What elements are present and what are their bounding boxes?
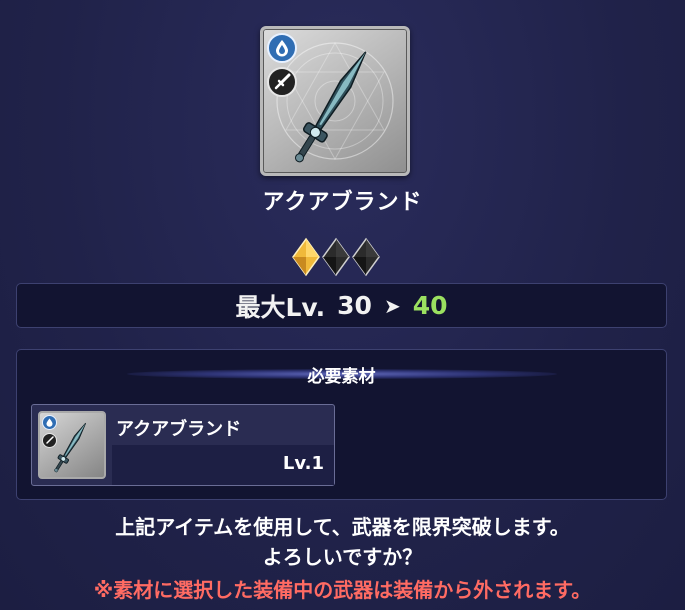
gem-empty-icon	[322, 237, 350, 277]
material-thumbnail	[38, 411, 106, 479]
weapon-type-badge	[267, 67, 297, 97]
material-info: アクアブランド Lv.1	[112, 405, 334, 485]
water-element-badge	[267, 33, 297, 63]
warning-message: ※素材に選択した装備中の武器は装備から外されます。	[93, 578, 592, 602]
sword-icon	[274, 73, 291, 90]
weapon-icon-card	[260, 26, 410, 176]
material-name: アクアブランド	[116, 419, 242, 440]
max-level-label: 最大Lv.	[235, 292, 326, 322]
confirm-line-1: 上記アイテムを使用して、武器を限界突破します。	[115, 515, 570, 539]
arrow-right-icon: ➤	[383, 293, 401, 318]
current-max-level: 30	[337, 291, 372, 320]
water-drop-icon	[276, 40, 288, 57]
required-materials-panel: 必要素材 アクアブランド Lv.1	[16, 349, 667, 500]
material-level: Lv.1	[282, 453, 324, 474]
gem-filled-icon	[292, 237, 320, 277]
materials-title: 必要素材	[307, 367, 376, 387]
water-drop-icon	[42, 415, 57, 430]
confirm-line-2: よろしいですか？	[262, 545, 423, 569]
weapon-name: アクアブランド	[262, 190, 423, 215]
max-level-bar: 最大Lv. 30 ➤ 40	[16, 283, 667, 328]
limit-break-gems	[291, 237, 381, 277]
sword-icon	[42, 433, 57, 448]
gem-empty-icon	[352, 237, 380, 277]
confirm-message: 上記アイテムを使用して、武器を限界突破します。 よろしいですか？	[0, 512, 685, 572]
new-max-level: 40	[412, 291, 448, 320]
material-item[interactable]: アクアブランド Lv.1	[31, 404, 335, 486]
